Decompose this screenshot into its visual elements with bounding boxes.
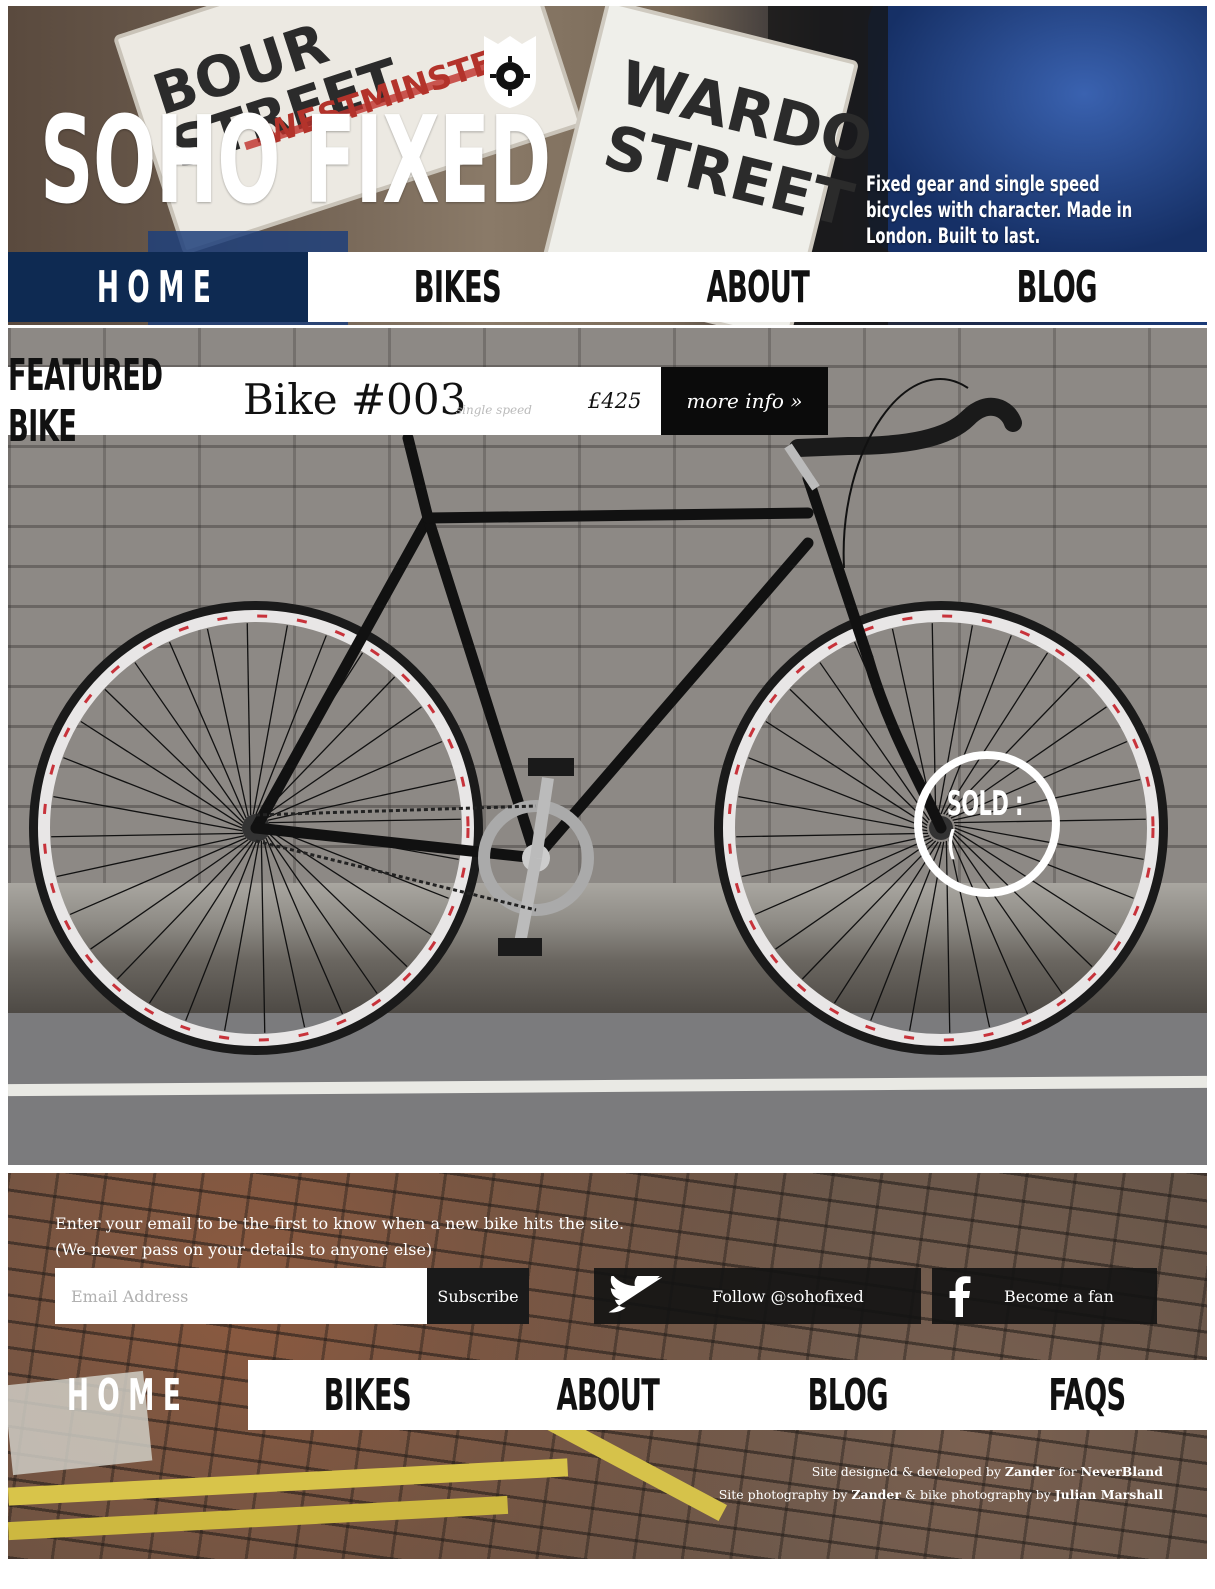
- footer-photo-road-marking: [8, 1495, 509, 1541]
- facebook-fan-button[interactable]: Become a fan: [932, 1268, 1157, 1324]
- bike-price: £425: [588, 389, 642, 413]
- footer-nav-item-about[interactable]: ABOUT: [487, 1360, 728, 1430]
- nav-item-bikes[interactable]: BIKES: [307, 252, 608, 322]
- nav-item-about[interactable]: ABOUT: [607, 252, 908, 322]
- more-info-button[interactable]: more info »: [661, 367, 828, 435]
- credits-bike-photographer-link[interactable]: Julian Marshall: [1055, 1487, 1163, 1502]
- site-tagline: Fixed gear and single speed bicycles wit…: [866, 172, 1133, 248]
- footer-nav: HOME BIKES ABOUT BLOG FAQS: [8, 1360, 1207, 1430]
- main-nav: HOME BIKES ABOUT BLOG: [8, 252, 1207, 322]
- subscribe-button[interactable]: Subscribe: [427, 1268, 529, 1324]
- footer-nav-item-label: BIKES: [324, 1369, 412, 1421]
- credits-text: Site designed & developed by: [811, 1464, 1001, 1479]
- credits-company-link[interactable]: NeverBland: [1081, 1464, 1163, 1479]
- signup-line-2: (We never pass on your details to anyone…: [55, 1240, 433, 1259]
- nav-item-label: ABOUT: [705, 261, 809, 313]
- nav-item-home[interactable]: HOME: [8, 252, 308, 322]
- footer-nav-item-label: BLOG: [807, 1369, 888, 1421]
- credits-text: Site photography by: [718, 1487, 848, 1502]
- nav-item-label: BLOG: [1016, 261, 1098, 313]
- bike-name[interactable]: Bike #003: [243, 375, 466, 424]
- sold-badge: SOLD :(: [914, 751, 1060, 897]
- nav-item-label: BIKES: [413, 261, 502, 313]
- email-input[interactable]: [55, 1268, 427, 1324]
- site-footer: Enter your email to be the first to know…: [8, 1173, 1207, 1559]
- credits-text: for: [1058, 1464, 1077, 1479]
- credits-text: & bike photography by: [904, 1487, 1051, 1502]
- footer-nav-item-faqs[interactable]: FAQS: [967, 1360, 1207, 1430]
- twitter-bird-icon: [608, 1276, 662, 1313]
- bike-type: single speed: [456, 403, 532, 417]
- footer-nav-item-label: FAQS: [1048, 1369, 1127, 1421]
- signup-line-1: Enter your email to be the first to know…: [55, 1214, 625, 1233]
- credits-line-2: Site photography by Zander & bike photog…: [719, 1483, 1163, 1506]
- twitter-follow-label: Follow @sohofixed: [712, 1286, 864, 1306]
- featured-bike-section: FEATURED BIKE Bike #003 single speed £42…: [8, 328, 1207, 1165]
- footer-nav-item-bikes[interactable]: BIKES: [247, 1360, 488, 1430]
- footer-nav-item-label: ABOUT: [556, 1369, 659, 1421]
- nav-item-blog[interactable]: BLOG: [907, 252, 1207, 322]
- site-title[interactable]: SOHO FIXED: [40, 102, 551, 222]
- signup-text: Enter your email to be the first to know…: [55, 1211, 624, 1263]
- featured-label: FEATURED BIKE: [8, 350, 163, 452]
- credits-designer-link[interactable]: Zander: [1005, 1464, 1055, 1479]
- footer-nav-item-blog[interactable]: BLOG: [727, 1360, 968, 1430]
- featured-bike-photo[interactable]: [8, 328, 1207, 1165]
- facebook-fan-label: Become a fan: [1004, 1286, 1114, 1306]
- nav-item-label: HOME: [96, 261, 220, 313]
- twitter-follow-button[interactable]: Follow @sohofixed: [594, 1268, 921, 1324]
- facebook-f-icon: [949, 1276, 971, 1317]
- street-sign-2-text: WARDO STREET: [596, 47, 880, 242]
- footer-nav-item-home[interactable]: HOME: [8, 1360, 248, 1430]
- sold-badge-label: SOLD :(: [946, 784, 1024, 864]
- credits-photographer-link[interactable]: Zander: [851, 1487, 901, 1502]
- footer-nav-item-label: HOME: [66, 1369, 190, 1421]
- credits-line-1: Site designed & developed by Zander for …: [719, 1460, 1163, 1483]
- site-credits: Site designed & developed by Zander for …: [719, 1460, 1163, 1506]
- featured-bike-bar: FEATURED BIKE Bike #003 single speed £42…: [8, 350, 828, 452]
